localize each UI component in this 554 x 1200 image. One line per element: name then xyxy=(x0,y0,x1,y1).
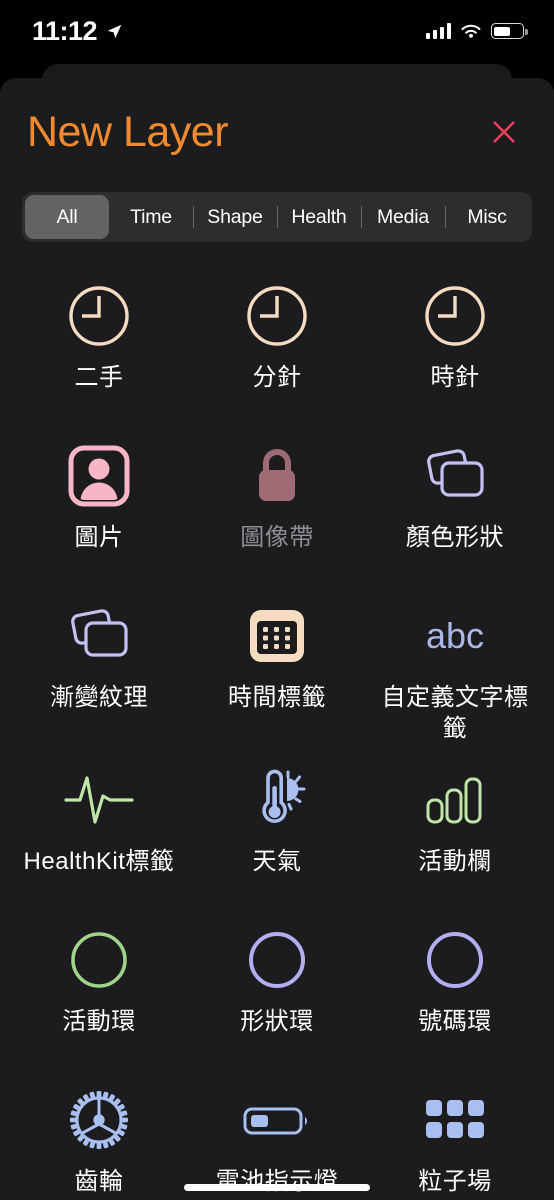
ring-icon xyxy=(68,924,130,996)
status-bar-right xyxy=(425,23,528,40)
lock-icon xyxy=(249,440,305,512)
layer-item-healthkit-label[interactable]: HealthKit標籤 xyxy=(10,744,188,904)
layer-label: 圖片 xyxy=(74,524,124,551)
photo-person-icon xyxy=(68,440,130,512)
layer-item-battery-indicator[interactable]: 電池指示燈 xyxy=(188,1064,366,1200)
abc-text-icon: abc xyxy=(412,600,498,672)
new-layer-sheet: New Layer All Time Shape Health Media Mi… xyxy=(0,78,554,1200)
ring-icon xyxy=(246,924,308,996)
ring-icon xyxy=(424,924,486,996)
tab-time[interactable]: Time xyxy=(109,195,193,239)
location-arrow-icon xyxy=(107,24,122,38)
layer-label: 電池指示燈 xyxy=(215,1168,339,1196)
page-title: New Layer xyxy=(27,107,229,156)
tab-media[interactable]: Media xyxy=(361,195,445,239)
layer-item-image-band-locked[interactable]: 圖像帶 xyxy=(188,420,366,580)
close-button[interactable] xyxy=(484,112,524,152)
layer-label: 時針 xyxy=(430,364,480,391)
segmented-control: All Time Shape Health Media Misc xyxy=(22,192,532,242)
layer-item-gear[interactable]: 齒輪 xyxy=(10,1064,188,1200)
layer-label: 活動欄 xyxy=(418,848,492,876)
heartbeat-waveform-icon xyxy=(62,764,136,836)
layer-item-weather[interactable]: 天氣 xyxy=(188,744,366,904)
shapes-stack-icon xyxy=(421,440,489,512)
layer-item-image[interactable]: 圖片 xyxy=(10,420,188,580)
status-bar-left: 11:12 xyxy=(32,15,123,46)
layer-item-activity-ring[interactable]: 活動環 xyxy=(10,904,188,1064)
thermometer-sun-icon xyxy=(244,764,310,836)
layer-label: 二手 xyxy=(74,364,124,391)
gear-icon xyxy=(68,1084,130,1156)
category-filter: All Time Shape Health Media Misc xyxy=(0,192,554,242)
layer-label: 自定義文字標籤 xyxy=(381,684,529,742)
shapes-stack-icon xyxy=(65,600,133,672)
layer-label: 時間標籤 xyxy=(228,684,326,711)
layer-label: 形狀環 xyxy=(240,1008,314,1036)
status-bar-clock: 11:12 xyxy=(32,15,98,46)
cellular-bars-icon xyxy=(425,23,451,39)
layer-label: 分針 xyxy=(252,364,302,391)
battery-level-icon xyxy=(242,1084,312,1156)
layer-label: HealthKit標籤 xyxy=(23,848,175,876)
layer-label: 漸變紋理 xyxy=(50,684,148,711)
svg-text:abc: abc xyxy=(426,615,484,656)
layer-item-particle-field[interactable]: 粒子場 xyxy=(366,1064,544,1200)
layer-grid: 二手 分針 時針 圖片 圖像帶 顏色形狀 漸變紋理 時間標籤 abc 自定義文字… xyxy=(0,242,554,1200)
clock-icon xyxy=(244,280,310,352)
layer-label: 活動環 xyxy=(62,1008,136,1036)
tab-shape[interactable]: Shape xyxy=(193,195,277,239)
layer-item-number-ring[interactable]: 號碼環 xyxy=(366,904,544,1064)
wifi-icon xyxy=(461,24,481,38)
layer-label: 齒輪 xyxy=(74,1168,124,1196)
battery-icon xyxy=(491,23,528,39)
status-bar: 11:12 xyxy=(0,0,554,62)
layer-label: 粒子場 xyxy=(418,1168,492,1196)
tab-misc[interactable]: Misc xyxy=(445,195,529,239)
particle-grid-icon xyxy=(424,1084,486,1156)
layer-item-hour-hand[interactable]: 時針 xyxy=(366,260,544,420)
layer-item-activity-bar[interactable]: 活動欄 xyxy=(366,744,544,904)
layer-label: 天氣 xyxy=(252,848,302,876)
home-indicator xyxy=(184,1184,370,1191)
phone-screen: 11:12 New Layer All Time Shape Health Me… xyxy=(0,0,554,1200)
tab-all[interactable]: All xyxy=(25,195,109,239)
clock-icon xyxy=(66,280,132,352)
layer-item-custom-text-label[interactable]: abc 自定義文字標籤 xyxy=(366,580,544,744)
clock-icon xyxy=(422,280,488,352)
layer-item-time-label[interactable]: 時間標籤 xyxy=(188,580,366,744)
layer-item-second-hand[interactable]: 二手 xyxy=(10,260,188,420)
activity-bars-icon xyxy=(422,764,488,836)
layer-label: 圖像帶 xyxy=(240,524,314,551)
layer-label: 顏色形狀 xyxy=(406,524,504,551)
sheet-header: New Layer xyxy=(0,78,554,186)
layer-item-shape-ring[interactable]: 形狀環 xyxy=(188,904,366,1064)
layer-label: 號碼環 xyxy=(418,1008,492,1036)
layer-item-color-shape[interactable]: 顏色形狀 xyxy=(366,420,544,580)
tab-health[interactable]: Health xyxy=(277,195,361,239)
calendar-icon xyxy=(247,600,307,672)
layer-item-minute-hand[interactable]: 分針 xyxy=(188,260,366,420)
close-icon xyxy=(493,121,515,143)
layer-item-gradient-texture[interactable]: 漸變紋理 xyxy=(10,580,188,744)
